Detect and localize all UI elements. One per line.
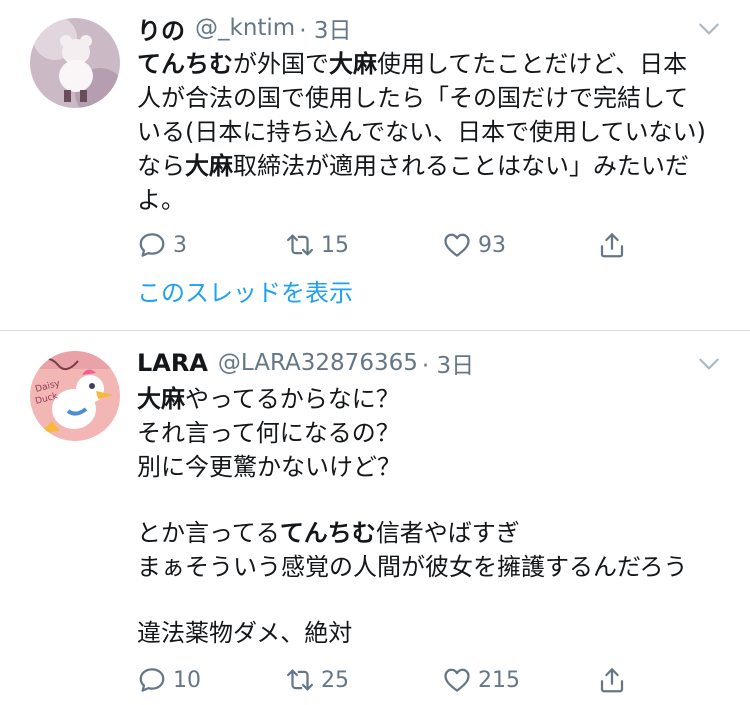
chevron-down-icon[interactable] [696,351,722,377]
like-count: 93 [478,232,506,258]
share-button[interactable] [597,660,627,700]
retweet-icon [287,669,313,691]
like-count: 215 [478,667,520,693]
share-icon [600,668,624,693]
show-thread-link[interactable]: このスレッドを表示 [137,273,353,308]
share-button[interactable] [597,225,627,265]
username[interactable]: @LARA32876365 [218,350,418,376]
retweet-icon [287,234,313,256]
avatar[interactable] [30,18,120,108]
retweet-button[interactable]: 15 [285,225,349,265]
tweet[interactable]: Daisy Duck LARA @LARA32876365 · 3日 大麻やって… [0,331,750,705]
heart-icon [444,233,470,257]
reply-count: 3 [173,232,187,258]
retweet-button[interactable]: 25 [285,660,349,700]
text-line: なら大麻取締法が適用されることはない」みたいだ [137,149,727,183]
text-line: まぁそういう感覚の人間が彼女を擁護するんだろう [137,550,727,584]
text-line: 違法薬物ダメ、絶対 [137,616,727,650]
like-button[interactable]: 215 [442,660,520,700]
tweet-actions: 3 15 93 [137,225,637,265]
text-line: 別に今更驚かないけど？ [137,450,727,484]
bold-text: 大麻 [329,50,377,78]
text-line: てんちむが外国で大麻使用してたことだけど、日本 [137,47,727,81]
reply-count: 10 [173,667,201,693]
bold-text: 大麻 [185,152,233,180]
text-line: よ。 [137,183,727,217]
retweet-count: 25 [321,667,349,693]
text-segment: 違法薬物ダメ、絶対 [137,619,353,647]
text-line: 大麻やってるからなに？ [137,382,727,416]
text-segment: 使用してたことだけど、日本 [377,50,688,78]
text-segment: 人が合法の国で使用したら「その国だけで完結して [137,84,689,112]
reply-button[interactable]: 10 [137,660,201,700]
like-button[interactable]: 93 [442,225,506,265]
avatar[interactable]: Daisy Duck [30,351,120,441]
avatar-image [30,18,120,108]
bold-text: てんちむ [137,50,233,78]
text-segment: が外国で [233,50,329,78]
text-segment: やってるからなに？ [185,385,400,413]
text-line: とか言ってるてんちむ信者やばすぎ [137,516,727,550]
tweet-header: りの @_kntim · 3日 [137,10,351,46]
text-segment: 信者やばすぎ [375,519,520,547]
text-segment: とか言ってる [137,519,280,547]
username[interactable]: @_kntim [195,15,295,41]
tweet-header: LARA @LARA32876365 · 3日 [137,345,474,381]
tweet[interactable]: りの @_kntim · 3日 てんちむが外国で大麻使用してたことだけど、日本人… [0,0,750,330]
chevron-down-icon[interactable] [696,16,722,42]
timestamp[interactable]: · 3日 [299,11,351,45]
text-segment: なら [137,152,185,180]
avatar-image: Daisy Duck [30,351,120,441]
display-name[interactable]: LARA [137,349,208,377]
timestamp[interactable]: · 3日 [422,346,474,380]
share-icon [600,233,624,258]
text-line: 人が合法の国で使用したら「その国だけで完結して [137,81,727,115]
reply-icon [139,668,165,692]
bold-text: 大麻 [137,385,185,413]
tweet-text: 大麻やってるからなに？ それ言って何になるの？ 別に今更驚かないけど？ とか言ってるて… [137,382,727,650]
display-name[interactable]: りの [137,11,185,46]
text-segment: 別に今更驚かないけど？ [137,453,401,481]
retweet-count: 15 [321,232,349,258]
text-line: それ言って何になるの？ [137,416,727,450]
reply-icon [139,233,165,257]
text-segment: それ言って何になるの？ [137,419,400,447]
tweet-actions: 10 25 215 [137,660,637,700]
text-segment: よ。 [137,186,185,214]
text-line: いる(日本に持ち込んでない、日本で使用していない) [137,115,727,149]
reply-button[interactable]: 3 [137,225,187,265]
text-segment: いる(日本に持ち込んでない、日本で使用していない) [137,118,706,146]
text-segment: 取締法が適用されることはない」みたいだ [233,152,689,180]
tweet-text: てんちむが外国で大麻使用してたことだけど、日本 人が合法の国で使用したら「その国だ… [137,47,727,217]
text-segment: まぁそういう感覚の人間が彼女を擁護するんだろう [137,553,688,581]
heart-icon [444,668,470,692]
bold-text: てんちむ [279,519,376,547]
